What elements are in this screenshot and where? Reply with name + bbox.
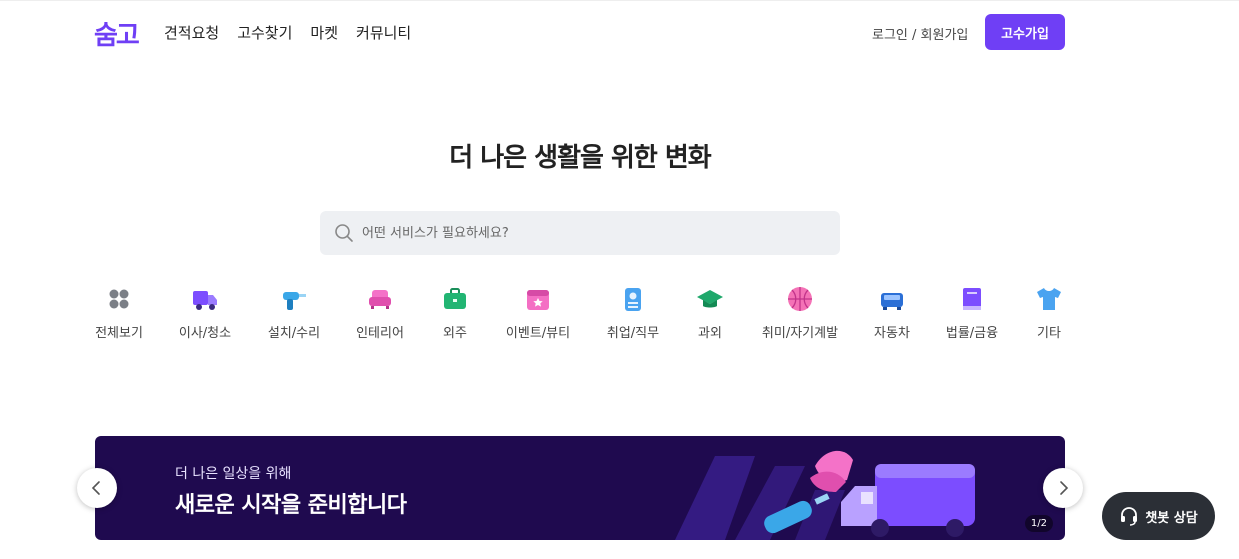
truck-icon [193, 291, 217, 310]
graduation-cap-icon [697, 290, 723, 308]
nav-item-quote-request[interactable]: 견적요청 [164, 22, 219, 43]
main-nav: 견적요청 고수찾기 마켓 커뮤니티 [164, 22, 411, 43]
pro-join-button[interactable]: 고수가입 [985, 14, 1065, 50]
category-label: 기타 [1037, 326, 1061, 341]
book-icon [963, 288, 981, 310]
category-label: 전체보기 [95, 326, 143, 341]
nav-item-community[interactable]: 커뮤니티 [356, 22, 411, 43]
headset-icon [1121, 507, 1138, 526]
category-tutoring[interactable]: 과외 [670, 285, 750, 341]
category-label: 취업/직무 [606, 326, 660, 341]
header: 숨고 견적요청 고수찾기 마켓 커뮤니티 로그인 / 회원가입 고수가입 [0, 0, 1239, 62]
chevron-left-icon [91, 481, 100, 495]
nav-item-find-pro[interactable]: 고수찾기 [237, 22, 292, 43]
category-all[interactable]: 전체보기 [79, 285, 159, 341]
category-install-repair[interactable]: 설치/수리 [254, 285, 334, 341]
basketball-icon [788, 287, 812, 311]
search-bar[interactable] [320, 211, 840, 255]
briefcase-icon [444, 288, 466, 309]
sofa-icon [369, 290, 391, 309]
banner-illustration [675, 450, 975, 540]
category-label: 외주 [443, 326, 467, 341]
category-label: 이사/청소 [178, 326, 232, 341]
category-interior[interactable]: 인테리어 [340, 285, 420, 341]
grid-icon [109, 289, 129, 309]
category-legal-finance[interactable]: 법률/금융 [932, 285, 1012, 341]
category-label: 과외 [698, 326, 722, 341]
shirt-icon [1037, 288, 1061, 310]
category-moving-cleaning[interactable]: 이사/청소 [165, 285, 245, 341]
id-badge-icon [625, 288, 641, 311]
category-event-beauty[interactable]: 이벤트/뷰티 [498, 285, 578, 341]
calendar-icon [527, 290, 549, 310]
category-label: 이벤트/뷰티 [505, 326, 571, 341]
category-label: 설치/수리 [267, 326, 321, 341]
banner-page-indicator: 1/2 [1024, 515, 1053, 532]
promo-banner[interactable]: 더 나은 일상을 위해 새로운 시작을 준비합니다 1/2 [95, 436, 1065, 540]
banner-title: 새로운 시작을 준비합니다 [175, 493, 407, 518]
page-title: 더 나은 생활을 위한 변화 [449, 143, 711, 173]
nav-item-market[interactable]: 마켓 [310, 22, 338, 43]
banner-subtitle: 더 나은 일상을 위해 [175, 466, 292, 482]
category-label: 법률/금융 [945, 326, 999, 341]
category-car[interactable]: 자동차 [852, 285, 932, 341]
category-label: 자동차 [874, 326, 910, 341]
search-icon [335, 224, 353, 242]
search-input[interactable] [362, 211, 822, 255]
banner-prev-button[interactable] [77, 468, 117, 508]
category-jobs[interactable]: 취업/직무 [593, 285, 673, 341]
drill-icon [283, 292, 306, 310]
category-hobby[interactable]: 취미/자기계발 [760, 285, 840, 341]
category-outsourcing[interactable]: 외주 [415, 285, 495, 341]
chatbot-button[interactable]: 챗봇 상담 [1102, 492, 1215, 540]
chevron-right-icon [1060, 481, 1069, 495]
logo[interactable]: 숨고 [94, 15, 140, 52]
login-signup-link[interactable]: 로그인 / 회원가입 [872, 24, 968, 43]
chatbot-label: 챗봇 상담 [1145, 510, 1198, 526]
banner-next-button[interactable] [1043, 468, 1083, 508]
car-icon [881, 293, 903, 310]
category-etc[interactable]: 기타 [1009, 285, 1089, 341]
category-label: 취미/자기계발 [761, 326, 839, 341]
category-label: 인테리어 [356, 326, 404, 341]
